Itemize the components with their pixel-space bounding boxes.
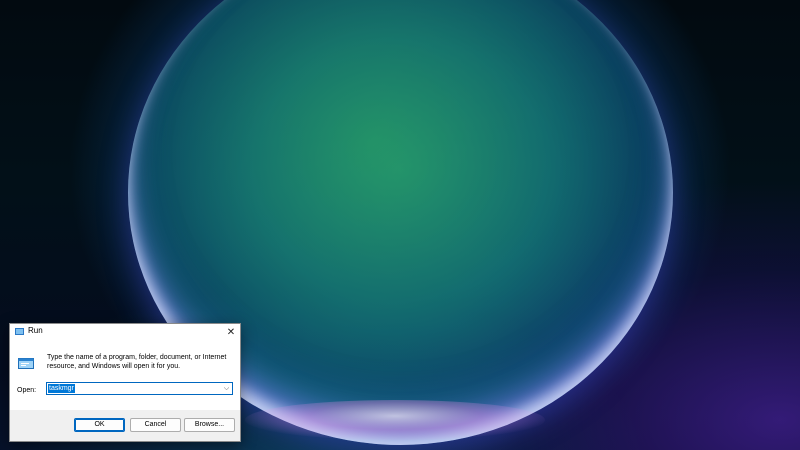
- run-dialog-body: Type the name of a program, folder, docu…: [10, 341, 240, 410]
- open-input[interactable]: taskmgr: [48, 384, 75, 393]
- dialog-description: Type the name of a program, folder, docu…: [47, 354, 227, 370]
- wallpaper-orb-glow: [245, 400, 545, 440]
- open-combobox[interactable]: taskmgr ⌵: [46, 382, 233, 395]
- run-program-icon: [18, 358, 34, 369]
- close-button[interactable]: ✕: [223, 324, 239, 341]
- chevron-down-icon[interactable]: ⌵: [222, 383, 231, 394]
- open-label: Open:: [17, 387, 37, 394]
- ok-button[interactable]: OK: [74, 418, 125, 432]
- desktop: Run ✕ Type the name of a program, folder…: [0, 0, 800, 450]
- run-dialog: Run ✕ Type the name of a program, folder…: [9, 323, 241, 442]
- run-dialog-footer: OK Cancel Browse...: [10, 410, 240, 441]
- run-dialog-titlebar[interactable]: Run ✕: [10, 324, 240, 341]
- close-icon: ✕: [226, 327, 236, 338]
- run-icon: [15, 328, 24, 335]
- dialog-title: Run: [28, 326, 43, 335]
- cancel-button[interactable]: Cancel: [130, 418, 181, 432]
- browse-button[interactable]: Browse...: [184, 418, 235, 432]
